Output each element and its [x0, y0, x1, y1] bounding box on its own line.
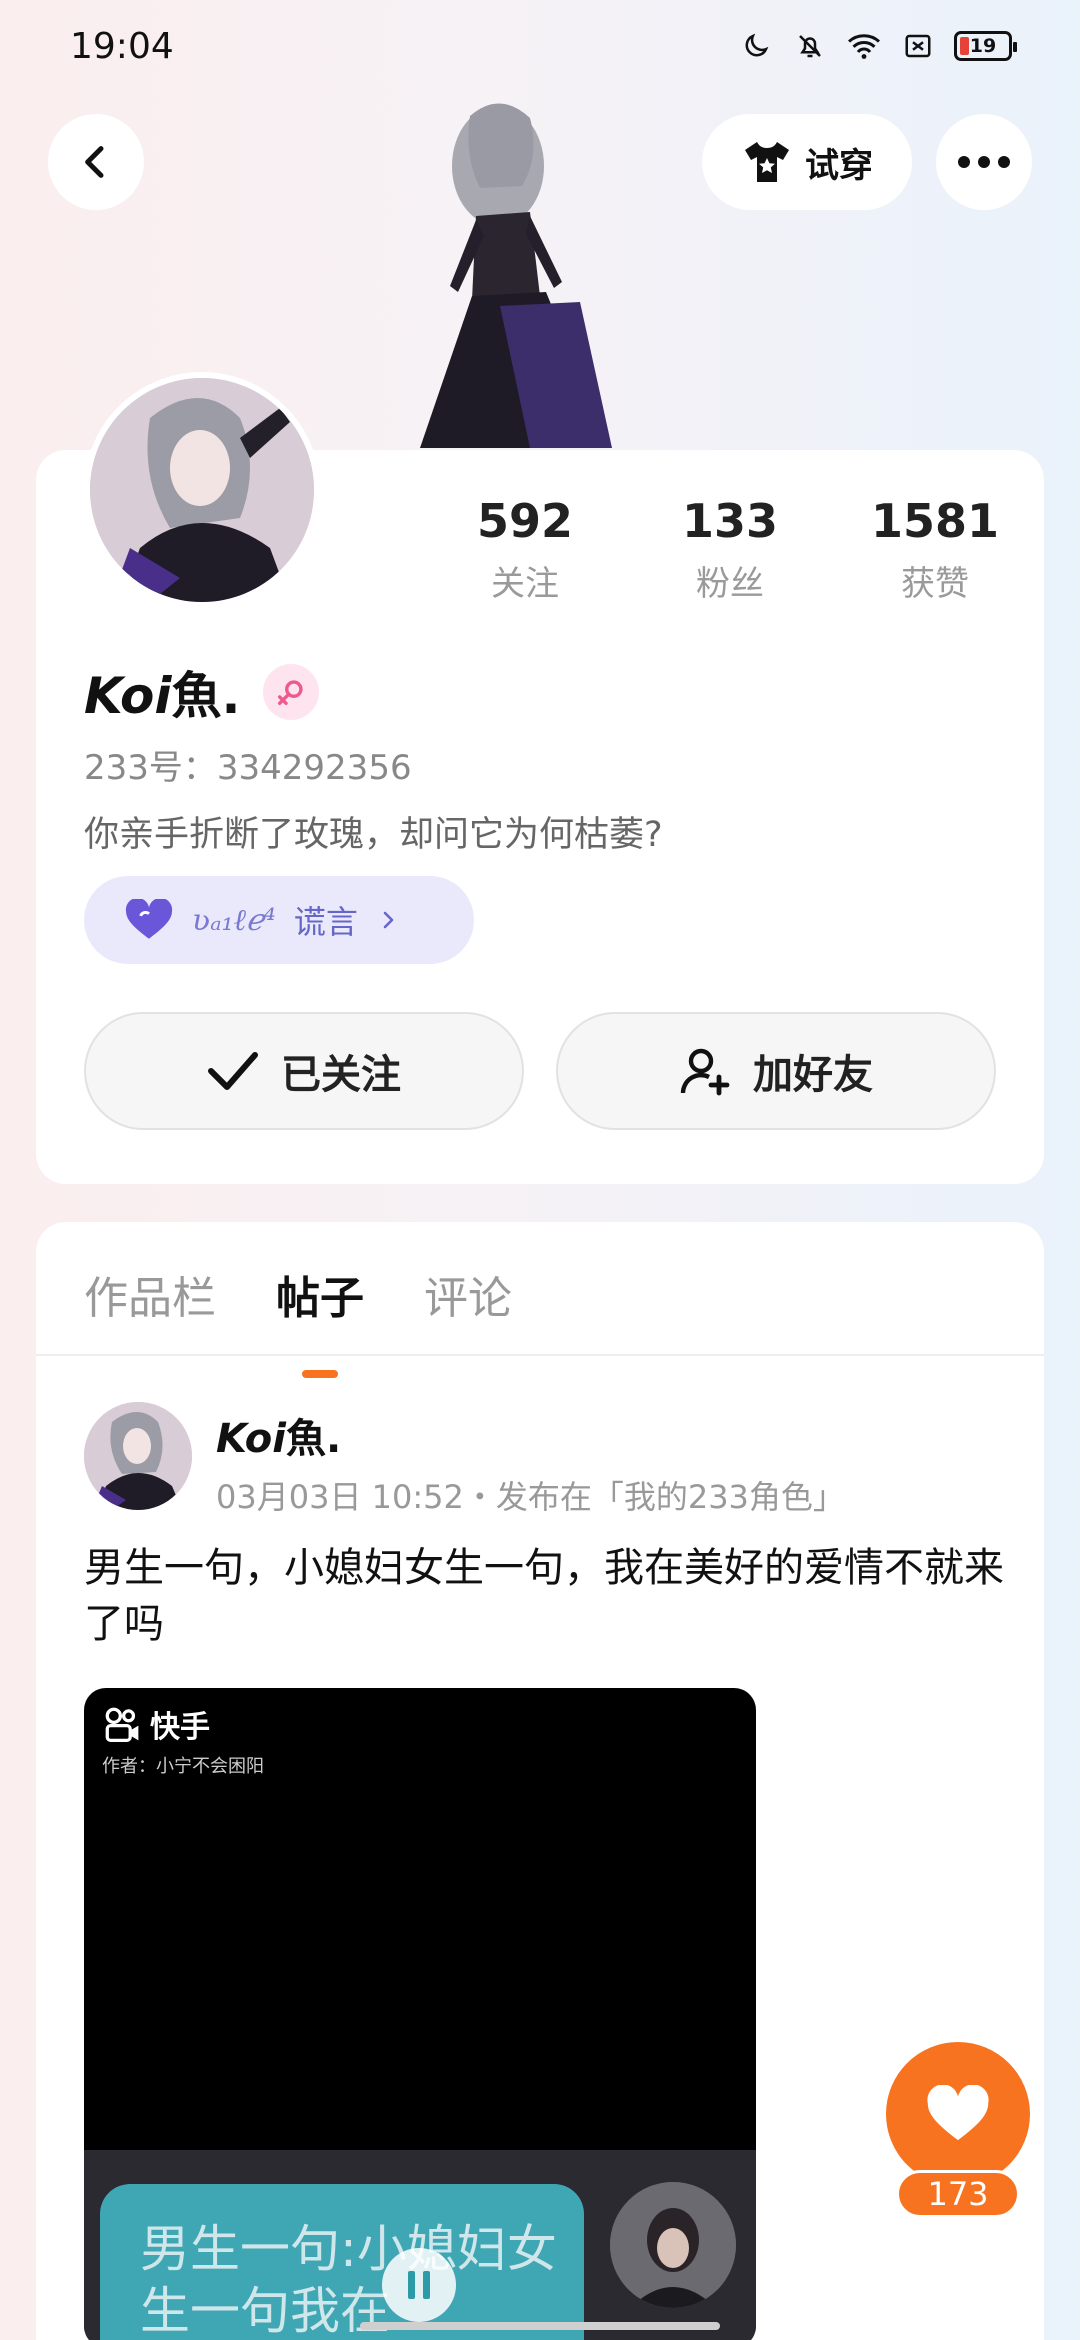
pause-icon: [408, 2271, 430, 2299]
try-on-label: 试穿: [805, 145, 873, 186]
chevron-right-icon: [383, 911, 394, 929]
video-chat-bubble: 男生一句:小媳妇女生一句我在: [100, 2184, 584, 2340]
profile-name-italic: Koi: [84, 667, 172, 725]
status-bar: 19:04 19: [0, 0, 1080, 96]
battery-level: 19: [969, 35, 997, 57]
profile-name-row: Koi魚.: [84, 656, 319, 728]
stat-fans[interactable]: 133 粉丝: [645, 494, 815, 605]
more-options-button[interactable]: [936, 114, 1032, 210]
post-author-name[interactable]: Koi魚.: [216, 1406, 341, 1464]
home-indicator[interactable]: [360, 2322, 720, 2330]
profile-stats: 592 关注 133 粉丝 1581 获赞: [440, 494, 1020, 605]
heart-badge-icon: [125, 899, 173, 939]
wifi-icon: [846, 28, 882, 64]
battery-icon: 19: [954, 31, 1017, 61]
female-gender-icon: [262, 664, 319, 720]
post-author-avatar[interactable]: [84, 1402, 192, 1510]
following-label: 关注: [491, 564, 559, 604]
tshirt-icon: [745, 142, 789, 182]
heart-icon: [927, 2085, 989, 2141]
post-meta: 03月03日 10:52・发布在「我的233角色」: [216, 1478, 845, 1516]
add-friend-label: 加好友: [753, 1052, 873, 1098]
tag-decoration-text: ʋₐ₁ℓℯ⁴: [192, 902, 276, 938]
status-time: 19:04: [70, 26, 174, 67]
stat-likes[interactable]: 1581 获赞: [850, 494, 1020, 605]
video-person-thumbnail: [610, 2182, 736, 2308]
likes-received-label: 获赞: [901, 564, 969, 604]
user-bio: 你亲手折断了玫瑰，却问它为何枯萎?: [84, 815, 663, 855]
profile-tag-pill[interactable]: ʋₐ₁ℓℯ⁴ 谎言: [84, 876, 474, 964]
like-button[interactable]: [886, 2042, 1030, 2186]
pause-button[interactable]: [382, 2248, 456, 2322]
character-avatar-image[interactable]: [380, 96, 630, 452]
add-user-icon: [680, 1048, 730, 1096]
video-brand-label: 快手: [150, 1710, 210, 1745]
content-tabs: 作品栏 帖子 评论: [84, 1262, 512, 1326]
add-friend-button[interactable]: 加好友: [556, 1012, 996, 1130]
video-author-line: 作者：小宁不会困阳: [102, 1756, 264, 1777]
likes-received-count: 1581: [870, 494, 1000, 548]
followed-button[interactable]: 已关注: [84, 1012, 524, 1130]
tab-works[interactable]: 作品栏: [84, 1262, 216, 1326]
tab-comments[interactable]: 评论: [424, 1262, 512, 1326]
tag-label: 谎言: [293, 903, 358, 941]
post-author-italic: Koi: [216, 1416, 286, 1462]
fans-count: 133: [681, 494, 779, 548]
chevron-left-icon: [85, 146, 104, 178]
moon-icon: [738, 28, 774, 64]
video-brand: 快手: [102, 1702, 210, 1746]
profile-name-rest: 魚.: [171, 667, 241, 725]
profile-name: Koi魚.: [84, 656, 241, 728]
followed-label: 已关注: [281, 1052, 401, 1098]
more-dots-icon: [958, 156, 1010, 168]
sim-off-icon: [900, 28, 936, 64]
back-button[interactable]: [48, 114, 144, 210]
check-icon: [208, 1052, 258, 1090]
user-id: 233号：334292356: [84, 748, 412, 788]
try-on-button[interactable]: 试穿: [702, 114, 912, 210]
fans-label: 粉丝: [696, 564, 764, 604]
like-count: 173: [896, 2170, 1020, 2218]
post-text[interactable]: 男生一句，小媳妇女生一句，我在美好的爱情不就来了吗: [84, 1540, 1004, 1652]
mute-bell-icon: [792, 28, 828, 64]
tabs-divider: [36, 1354, 1044, 1356]
status-icons: 19: [738, 28, 1017, 64]
kuaishou-logo-icon: [105, 1707, 139, 1742]
post-video[interactable]: 快手 作者：小宁不会困阳 男生一句:小媳妇女生一句我在: [84, 1688, 756, 2340]
following-count: 592: [476, 494, 574, 548]
stat-following[interactable]: 592 关注: [440, 494, 610, 605]
tab-posts[interactable]: 帖子: [276, 1262, 364, 1326]
profile-avatar[interactable]: [84, 372, 320, 608]
post-author-rest: 魚.: [286, 1416, 342, 1462]
